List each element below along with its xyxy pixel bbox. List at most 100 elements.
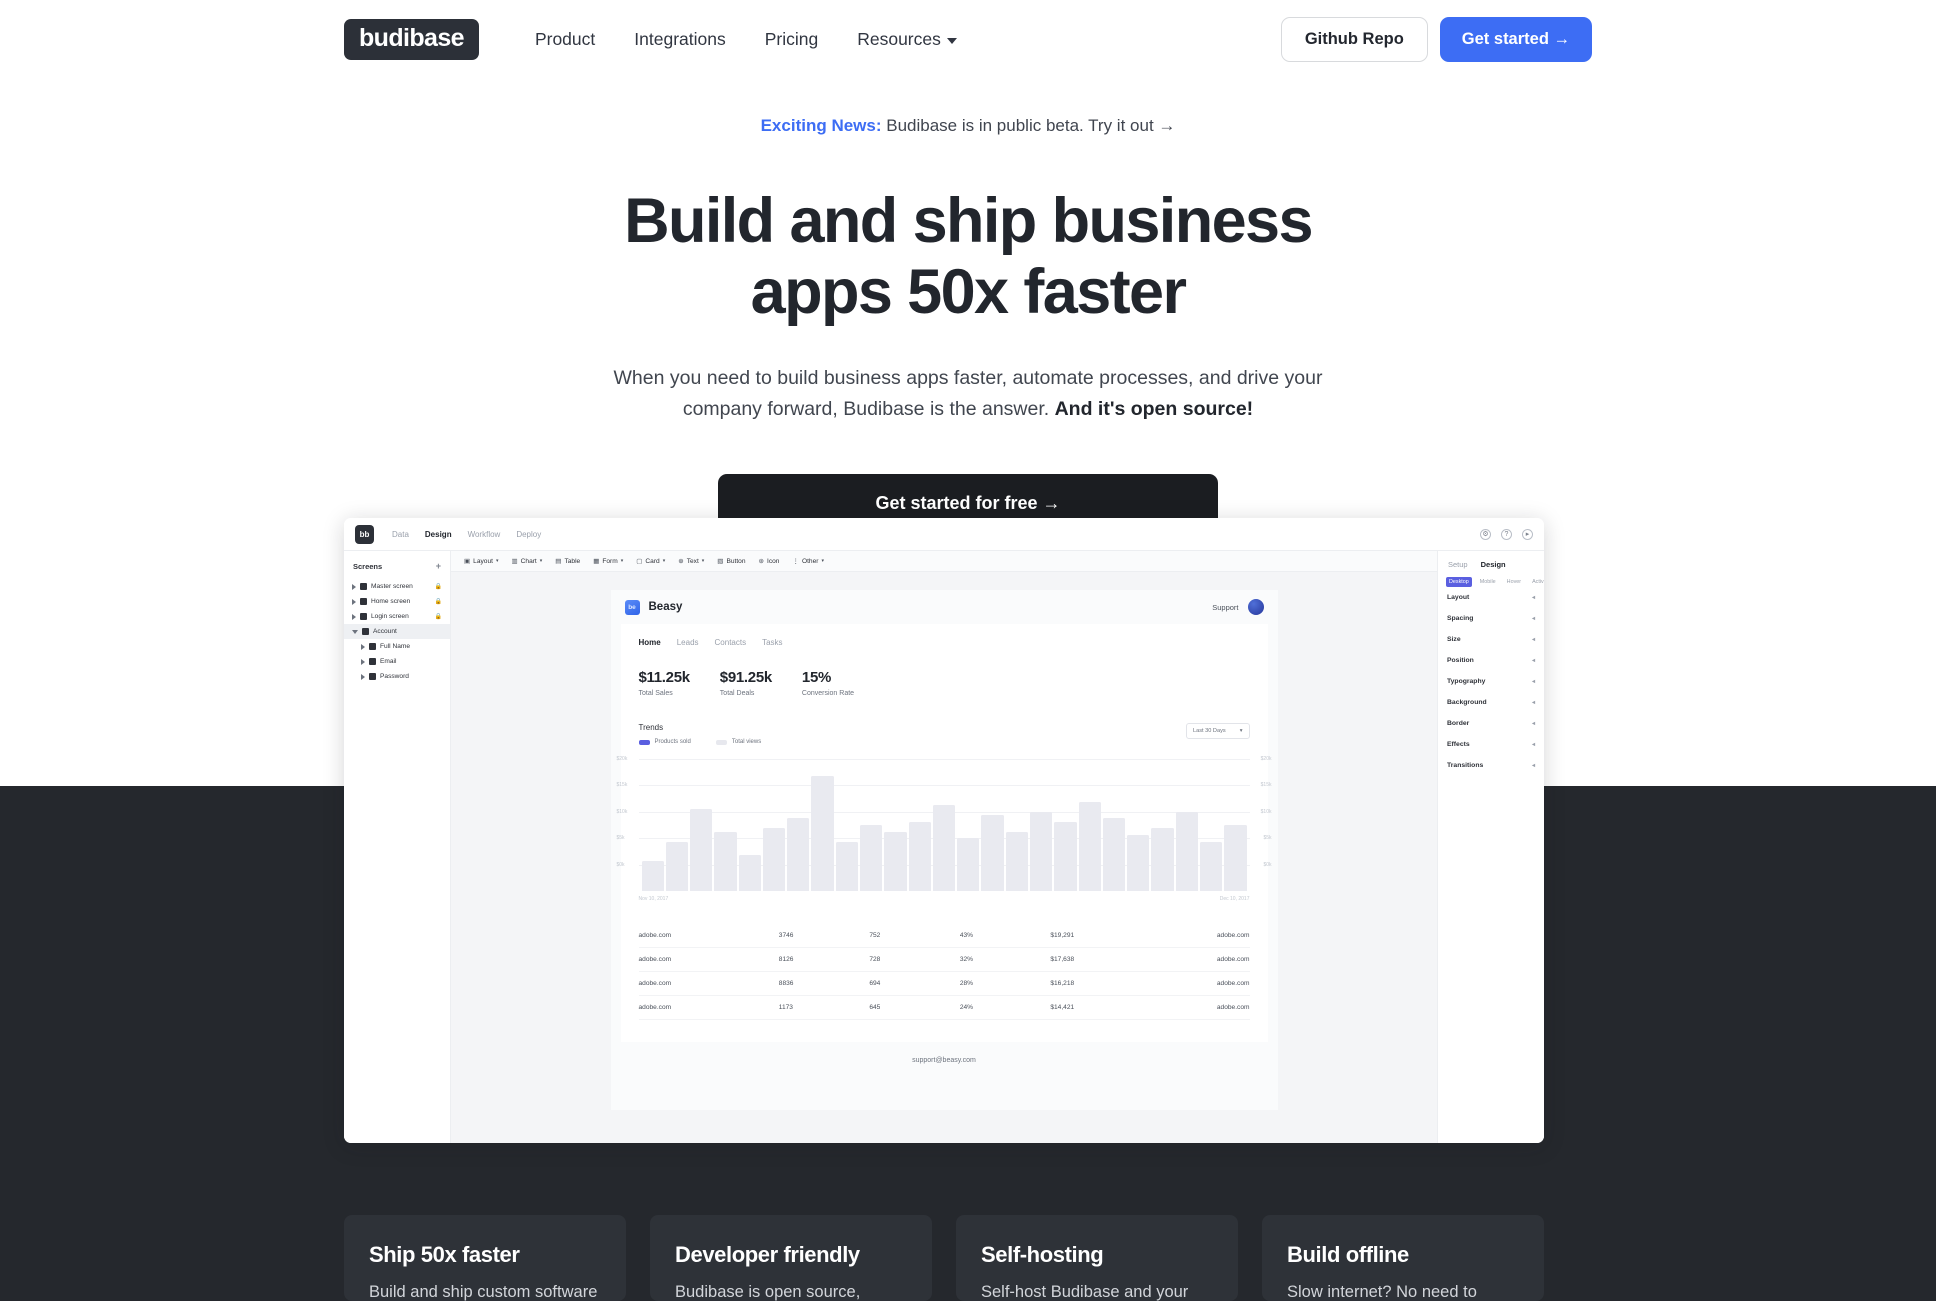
component-button[interactable]: ▧ Button xyxy=(717,557,745,566)
tree-item-full-name[interactable]: Full Name xyxy=(344,639,450,654)
component-text[interactable]: ⊕ Text ▾ xyxy=(678,557,704,566)
button-icon: ▧ xyxy=(717,558,724,565)
component-card[interactable]: ▢ Card ▾ xyxy=(636,557,666,566)
table-row[interactable]: adobe.com 3746 752 43% $19,291 adobe.com xyxy=(638,924,1250,948)
table-row[interactable]: adobe.com 8126 728 32% $17,638 adobe.com xyxy=(638,948,1250,972)
table-cell: 728 xyxy=(869,956,881,963)
topbar-icons: ⚙ ? ▸ xyxy=(1480,528,1533,540)
chevron-down-icon: ▾ xyxy=(821,558,824,564)
table-cell: adobe.com xyxy=(1216,932,1250,939)
tree-item-login-screen[interactable]: Login screen 🔒 xyxy=(344,609,450,624)
tree-item-email[interactable]: Email xyxy=(344,654,450,669)
tab-design[interactable]: Design xyxy=(425,530,452,539)
chevron-down-icon: ▾ xyxy=(662,558,666,564)
trends-title: Trends xyxy=(638,723,664,732)
nav-item-resources[interactable]: Resources xyxy=(857,29,957,50)
state-desktop[interactable]: Desktop xyxy=(1446,577,1472,587)
state-active[interactable]: Active xyxy=(1529,577,1544,587)
tree-item-master-screen[interactable]: Master screen 🔒 xyxy=(344,579,450,594)
table-cell: 3746 xyxy=(778,932,794,939)
tab-workflow[interactable]: Workflow xyxy=(468,530,501,539)
property-section-label: Transitions xyxy=(1447,762,1484,769)
preview-tab-home[interactable]: Home xyxy=(639,638,661,647)
property-section-typography[interactable]: Typography ◂ xyxy=(1438,671,1544,692)
stat-value: $11.25k xyxy=(638,669,691,686)
state-mobile[interactable]: Mobile xyxy=(1477,577,1499,587)
screen-icon xyxy=(360,583,367,590)
tab-setup[interactable]: Setup xyxy=(1448,560,1468,569)
get-started-button[interactable]: Get started → xyxy=(1439,16,1592,62)
lock-icon: 🔒 xyxy=(434,584,442,590)
preview-tab-leads[interactable]: Leads xyxy=(677,638,699,647)
chevron-right-icon xyxy=(361,658,365,665)
property-section-spacing[interactable]: Spacing ◂ xyxy=(1438,608,1544,629)
table-row[interactable]: adobe.com 8836 694 28% $16,218 adobe.com xyxy=(638,972,1250,996)
component-table[interactable]: ▤ Table xyxy=(555,557,580,566)
feature-cards: Ship 50x faster Build and ship custom so… xyxy=(344,1215,1544,1301)
layout-icon: ▣ xyxy=(464,558,471,565)
legend-products-sold: Products sold xyxy=(638,739,691,745)
component-label: Icon xyxy=(766,557,780,565)
chart-bar xyxy=(690,808,713,891)
property-section-background[interactable]: Background ◂ xyxy=(1438,692,1544,713)
builder-tabs: Data Design Workflow Deploy xyxy=(392,530,541,539)
stat-value: 15% xyxy=(801,669,832,686)
legend-total-views: Total views xyxy=(715,739,761,745)
preview-footer: support@beasy.com xyxy=(912,1057,976,1064)
news-banner[interactable]: Exciting News: Budibase is in public bet… xyxy=(0,116,1936,136)
chevron-down-icon: ▾ xyxy=(495,558,499,564)
property-section-label: Spacing xyxy=(1447,615,1474,622)
chart-bar xyxy=(714,831,737,891)
date-range-value: Last 30 Days xyxy=(1193,728,1226,734)
property-section-effects[interactable]: Effects ◂ xyxy=(1438,734,1544,755)
nav-item-product[interactable]: Product xyxy=(535,29,595,50)
component-other[interactable]: ⋮ Other ▾ xyxy=(792,557,824,566)
help-icon[interactable]: ? xyxy=(1501,528,1512,540)
tree-item-password[interactable]: Password xyxy=(344,669,450,684)
gear-icon[interactable]: ⚙ xyxy=(1480,528,1491,540)
component-form[interactable]: ▦ Form ▾ xyxy=(593,557,623,566)
preview-tab-tasks[interactable]: Tasks xyxy=(762,638,782,647)
chevron-down-icon xyxy=(946,37,957,44)
chart-x-axis: Nov 10, 2017 Dec 10, 2017 xyxy=(639,896,1250,902)
component-chart[interactable]: ▥ Chart ▾ xyxy=(511,557,542,566)
state-hover[interactable]: Hover xyxy=(1504,577,1524,587)
chevron-right-icon xyxy=(352,583,356,590)
tab-design-props[interactable]: Design xyxy=(1481,560,1506,569)
preview-icon[interactable]: ▸ xyxy=(1522,528,1533,540)
tab-deploy[interactable]: Deploy xyxy=(516,530,541,539)
tree-item-account[interactable]: Account xyxy=(344,624,450,639)
tree-item-label: Password xyxy=(380,673,409,680)
date-range-select[interactable]: Last 30 Days ▾ xyxy=(1186,723,1250,739)
bb-logo-icon[interactable]: bb xyxy=(355,524,374,544)
chart-bar xyxy=(738,854,761,891)
y-tick-label: $10k xyxy=(616,808,628,815)
nav-item-pricing[interactable]: Pricing xyxy=(765,29,819,50)
beasy-brand: Beasy xyxy=(648,601,683,613)
component-layout[interactable]: ▣ Layout ▾ xyxy=(464,557,499,566)
tree-item-home-screen[interactable]: Home screen 🔒 xyxy=(344,594,450,609)
landing-page: budibase Product Integrations Pricing Re… xyxy=(0,0,1936,1301)
stats-row: $11.25k Total Sales $91.25k Total Deals … xyxy=(639,669,1250,697)
tab-data[interactable]: Data xyxy=(392,530,409,539)
property-section-position[interactable]: Position ◂ xyxy=(1438,650,1544,671)
support-link[interactable]: Support xyxy=(1212,603,1238,612)
property-section-transitions[interactable]: Transitions ◂ xyxy=(1438,755,1544,776)
nav-label: Integrations xyxy=(634,28,726,49)
add-screen-icon[interactable]: + xyxy=(436,561,441,571)
github-repo-button[interactable]: Github Repo xyxy=(1280,16,1428,62)
title-line-2: apps 50x faster xyxy=(750,257,1187,328)
component-icon[interactable]: ⊛ Icon xyxy=(759,557,780,566)
budibase-logo[interactable]: budibase xyxy=(344,18,479,60)
property-section-border[interactable]: Border ◂ xyxy=(1438,713,1544,734)
property-section-layout[interactable]: Layout ◂ xyxy=(1438,587,1544,608)
avatar[interactable] xyxy=(1247,599,1264,615)
table-cell: 28% xyxy=(959,980,974,987)
nav-item-integrations[interactable]: Integrations xyxy=(634,29,725,50)
property-section-size[interactable]: Size ◂ xyxy=(1438,629,1544,650)
chevron-right-icon xyxy=(361,643,365,650)
table-cell: 8126 xyxy=(778,956,794,963)
table-row[interactable]: adobe.com 1173 645 24% $14,421 adobe.com xyxy=(638,996,1250,1020)
preview-tab-contacts[interactable]: Contacts xyxy=(715,638,747,647)
feature-title: Developer friendly xyxy=(675,1242,860,1267)
